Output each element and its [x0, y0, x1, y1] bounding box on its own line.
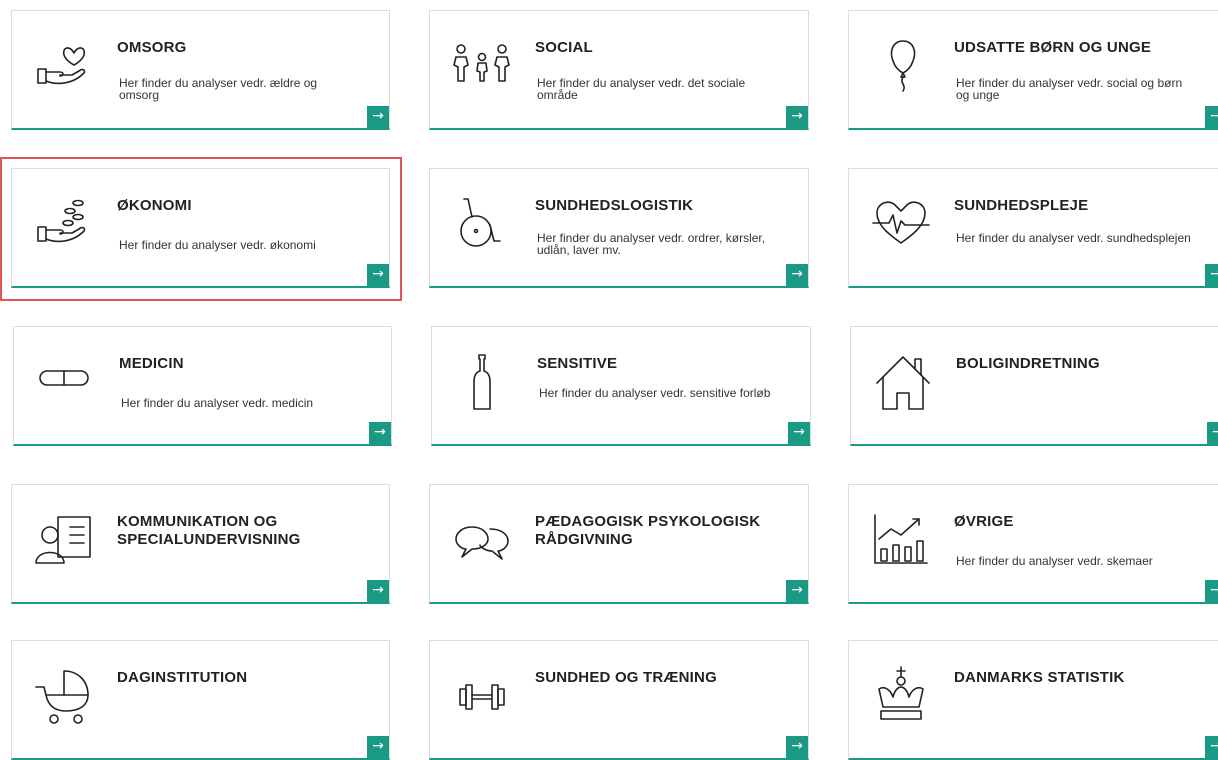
- arrow-icon[interactable]: →: [367, 106, 389, 128]
- tile-title: DAGINSTITUTION: [117, 669, 248, 686]
- tile-social[interactable]: SOCIAL Her finder du analyser vedr. det …: [429, 10, 809, 130]
- tile-title: UDSATTE BØRN OG UNGE: [954, 39, 1152, 56]
- house-icon: [873, 353, 933, 410]
- tile-sundhedslogistik[interactable]: SUNDHEDSLOGISTIK Her finder du analyser …: [429, 168, 809, 288]
- tile-description: Her finder du analyser vedr. sensitive f…: [539, 386, 771, 400]
- tile-description: Her finder du analyser vedr. social og b…: [956, 76, 1183, 102]
- tile-title: PÆDAGOGISK PSYKOLOGISK RÅDGIVNING: [535, 513, 761, 548]
- tile-daginstitution[interactable]: DAGINSTITUTION →: [11, 640, 390, 760]
- tile-description: Her finder du analyser vedr. skemaer: [956, 554, 1153, 568]
- tile-title: MEDICIN: [119, 355, 184, 372]
- tile-title: BOLIGINDRETNING: [956, 355, 1100, 372]
- tile-description: Her finder du analyser vedr. det sociale…: [537, 76, 746, 102]
- arrow-icon[interactable]: →: [1207, 422, 1218, 444]
- tile-description: Her finder du analyser vedr. økonomi: [119, 238, 316, 252]
- crown-icon: [871, 666, 931, 723]
- arrow-icon[interactable]: →: [786, 106, 808, 128]
- balloon-icon: [871, 37, 931, 93]
- tile-oekonomi[interactable]: ØKONOMI Her finder du analyser vedr. øko…: [11, 168, 390, 288]
- bar-chart-icon: [871, 511, 931, 567]
- arrow-icon[interactable]: →: [369, 422, 391, 444]
- arrow-icon[interactable]: →: [1205, 580, 1218, 602]
- family-icon: [452, 37, 512, 93]
- dumbbell-icon: [452, 667, 512, 723]
- tile-title: SUNDHED OG TRÆNING: [535, 669, 717, 686]
- tile-description: Her finder du analyser vedr. ordrer, kør…: [537, 231, 766, 257]
- arrow-icon[interactable]: →: [788, 422, 810, 444]
- tile-boligindretning[interactable]: BOLIGINDRETNING →: [850, 326, 1218, 446]
- tile-title: SENSITIVE: [537, 355, 618, 372]
- tile-description: Her finder du analyser vedr. medicin: [121, 396, 314, 410]
- wheelchair-icon: [452, 195, 512, 251]
- tile-title: OMSORG: [117, 39, 187, 56]
- arrow-icon[interactable]: →: [786, 580, 808, 602]
- arrow-icon[interactable]: →: [367, 264, 389, 286]
- tile-sundhedspleje[interactable]: SUNDHEDSPLEJE Her finder du analyser ved…: [848, 168, 1218, 288]
- tile-udsatte-boern-og-unge[interactable]: UDSATTE BØRN OG UNGE Her finder du analy…: [848, 10, 1218, 130]
- speech-bubbles-icon: [452, 511, 512, 567]
- tile-paedagogisk-psykologisk-raadgivning[interactable]: PÆDAGOGISK PSYKOLOGISK RÅDGIVNING →: [429, 484, 809, 604]
- tile-oevrige[interactable]: ØVRIGE Her finder du analyser vedr. skem…: [848, 484, 1218, 604]
- teacher-board-icon: [34, 511, 94, 567]
- tile-title: SUNDHEDSLOGISTIK: [535, 197, 694, 214]
- arrow-icon[interactable]: →: [786, 264, 808, 286]
- arrow-icon[interactable]: →: [367, 580, 389, 602]
- arrow-icon[interactable]: →: [1205, 264, 1218, 286]
- heart-hand-icon: [34, 37, 94, 93]
- tile-danmarks-statistik[interactable]: DANMARKS STATISTIK →: [848, 640, 1218, 760]
- tile-description: Her finder du analyser vedr. ældre og om…: [119, 76, 318, 102]
- arrow-icon[interactable]: →: [786, 736, 808, 758]
- tile-title: DANMARKS STATISTIK: [954, 669, 1125, 686]
- tile-title: SOCIAL: [535, 39, 593, 56]
- tile-title: SUNDHEDSPLEJE: [954, 197, 1089, 214]
- pill-icon: [36, 353, 96, 409]
- tile-sundhed-og-traening[interactable]: SUNDHED OG TRÆNING →: [429, 640, 809, 760]
- bottle-icon: [454, 353, 514, 410]
- tile-omsorg[interactable]: OMSORG Her finder du analyser vedr. ældr…: [11, 10, 390, 130]
- tile-kommunikation-og-specialundervisning[interactable]: KOMMUNIKATION OG SPECIALUNDERVISNING →: [11, 484, 390, 604]
- stroller-icon: [34, 667, 94, 724]
- tile-title: ØVRIGE: [954, 513, 1014, 530]
- arrow-icon[interactable]: →: [1205, 106, 1218, 128]
- heartbeat-icon: [871, 195, 931, 251]
- arrow-icon[interactable]: →: [1205, 736, 1218, 758]
- tile-title: ØKONOMI: [117, 197, 192, 214]
- arrow-icon[interactable]: →: [367, 736, 389, 758]
- tile-medicin[interactable]: MEDICIN Her finder du analyser vedr. med…: [13, 326, 392, 446]
- tile-title: KOMMUNIKATION OG SPECIALUNDERVISNING: [117, 513, 301, 548]
- tile-description: Her finder du analyser vedr. sundhedsple…: [956, 231, 1191, 245]
- tile-sensitive[interactable]: SENSITIVE Her finder du analyser vedr. s…: [431, 326, 811, 446]
- coins-hand-icon: [34, 195, 94, 251]
